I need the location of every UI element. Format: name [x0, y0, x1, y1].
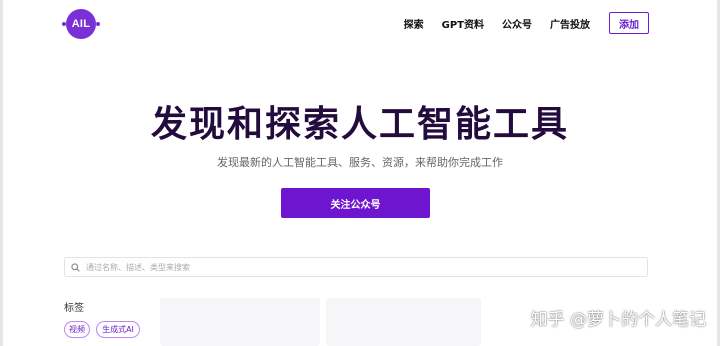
logo-text: AIL — [71, 18, 91, 30]
nav-official-account[interactable]: 公众号 — [502, 16, 532, 31]
content-card-placeholder — [160, 298, 320, 346]
watermark: 知乎 @萝卜的个人笔记 — [530, 310, 706, 330]
window-edge-left — [0, 0, 3, 346]
content-card-placeholder — [326, 298, 481, 346]
main-nav: 探索 GPT资料 公众号 广告投放 — [404, 16, 590, 31]
hero-subtitle: 发现最新的人工智能工具、服务、资源，来帮助你完成工作 — [217, 156, 503, 169]
hero-title: 发现和探索人工智能工具 — [150, 104, 569, 145]
tag-video[interactable]: 视频 — [64, 321, 90, 338]
search-icon — [71, 262, 80, 272]
nav-advertising[interactable]: 广告投放 — [550, 16, 590, 31]
nav-gpt-resources[interactable]: GPT资料 — [442, 16, 484, 31]
site-logo[interactable]: AIL — [66, 9, 96, 39]
nav-explore[interactable]: 探索 — [404, 16, 424, 31]
tags-heading: 标签 — [64, 303, 84, 314]
search-bar[interactable] — [64, 257, 648, 277]
search-input[interactable] — [86, 262, 647, 272]
logo-dot-right — [96, 22, 100, 26]
add-button[interactable]: 添加 — [609, 12, 649, 34]
tag-generative-ai[interactable]: 生成式AI — [96, 321, 140, 338]
follow-account-button[interactable]: 关注公众号 — [281, 188, 430, 218]
